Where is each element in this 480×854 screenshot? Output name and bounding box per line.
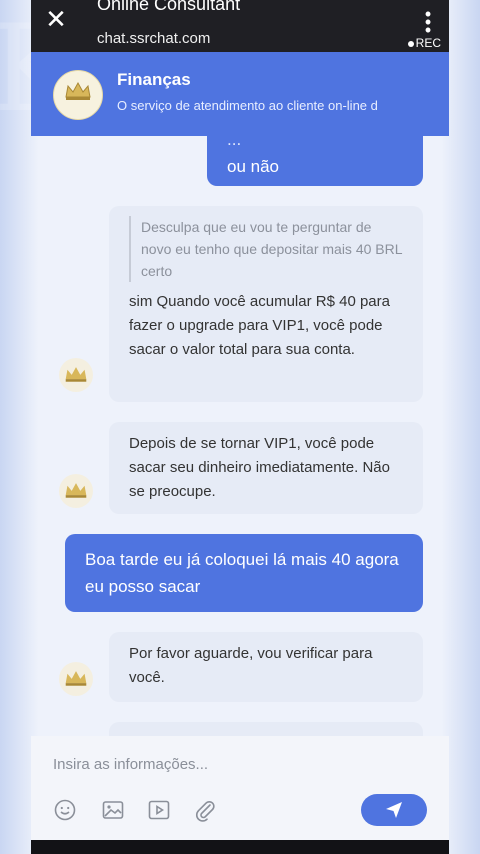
screen: KWAI ✕ Online Consultant chat.ssrchat.co… <box>0 0 480 854</box>
attachment-icon[interactable] <box>193 798 217 822</box>
rec-label: REC <box>415 36 441 50</box>
message-incoming: Desculpa que eu vou te perguntar de novo… <box>109 206 423 402</box>
send-icon <box>386 802 402 818</box>
chat-subtitle: O serviço de atendimento ao cliente on-l… <box>117 98 378 113</box>
chat-header: Finanças O serviço de atendimento ao cli… <box>31 52 449 136</box>
browser-topbar: ✕ Online Consultant chat.ssrchat.com • • •… <box>31 0 449 52</box>
message-text: Boa tarde eu já coloquei lá mais 40 agor… <box>85 550 399 596</box>
video-icon[interactable] <box>147 798 171 822</box>
message-outgoing: ... ou não <box>207 136 423 186</box>
bottom-bar <box>31 840 449 854</box>
message-outgoing: Boa tarde eu já coloquei lá mais 40 agor… <box>65 534 423 612</box>
chat-name: Finanças <box>117 70 191 89</box>
company-logo <box>53 70 103 120</box>
quoted-message: Desculpa que eu vou te perguntar de novo… <box>129 216 403 282</box>
message-text: sim Quando você acumular R$ 40 para faze… <box>129 293 390 358</box>
crown-icon <box>65 483 87 498</box>
rec-dot-icon <box>407 40 414 47</box>
url-text: chat.ssrchat.com <box>97 30 211 47</box>
message-incoming: Por favor aguarde, vou verificar para vo… <box>109 632 423 702</box>
agent-avatar <box>59 662 93 696</box>
message-incoming-partial <box>109 722 423 736</box>
page-title: Online Consultant <box>97 0 241 14</box>
message-incoming: Depois de se tornar VIP1, você pode saca… <box>109 422 423 514</box>
image-icon[interactable] <box>101 798 125 822</box>
rec-indicator: REC <box>407 36 441 50</box>
message-text: Por favor aguarde, vou verificar para vo… <box>129 645 373 686</box>
composer: Insira as informações... <box>31 736 449 840</box>
send-button[interactable] <box>361 794 427 826</box>
agent-avatar <box>59 358 93 392</box>
crown-icon <box>65 367 87 382</box>
crown-icon <box>65 671 87 686</box>
agent-avatar <box>59 474 93 508</box>
message-input[interactable]: Insira as informações... <box>53 756 208 773</box>
close-button[interactable]: ✕ <box>41 4 71 34</box>
menu-icon[interactable]: • • • <box>423 5 433 39</box>
message-list[interactable]: ... ou não Desculpa que eu vou te pergun… <box>31 136 449 736</box>
crown-icon <box>65 81 91 100</box>
message-text: ou não <box>227 157 279 176</box>
message-text: Depois de se tornar VIP1, você pode saca… <box>129 435 390 500</box>
emoji-icon[interactable] <box>53 798 77 822</box>
message-text: ... <box>227 136 242 149</box>
